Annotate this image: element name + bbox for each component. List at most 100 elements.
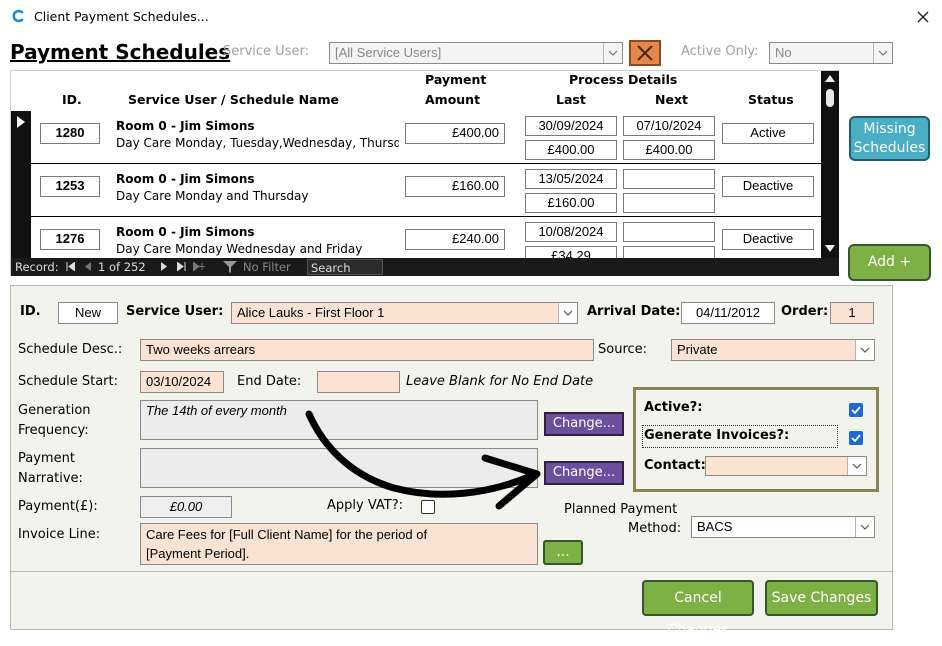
row-status[interactable]: Deactive <box>722 176 814 197</box>
active-checkbox[interactable] <box>849 403 863 417</box>
row-amount[interactable]: £160.00 <box>405 176 505 197</box>
generate-invoices-checkbox[interactable] <box>849 431 863 445</box>
save-changes-button[interactable]: Save Changes <box>765 580 878 616</box>
arrival-date-field[interactable]: 04/11/2012 <box>681 302 775 324</box>
end-date-field[interactable] <box>317 371 400 393</box>
planned-payment-select[interactable]: BACS <box>691 516 875 538</box>
generation-label-1: Generation <box>18 403 91 418</box>
table-row[interactable]: 1276 Room 0 - Jim Simons Day Care Monday… <box>31 217 821 258</box>
filter-status[interactable]: No Filter <box>243 260 291 274</box>
row-next-date[interactable] <box>623 169 715 189</box>
row-next-date[interactable] <box>623 222 715 242</box>
close-icon[interactable] <box>914 8 932 26</box>
row-next-amount[interactable] <box>623 246 715 258</box>
options-group: Active?: Generate Invoices?: Contact: <box>633 387 879 492</box>
clear-filter-button[interactable] <box>629 40 661 66</box>
generation-label-2: Frequency: <box>18 423 89 438</box>
row-last-amount[interactable]: £400.00 <box>525 140 617 160</box>
row-last-date[interactable]: 10/08/2024 <box>525 222 617 242</box>
payment-amount-field[interactable]: £0.00 <box>140 496 232 518</box>
add-schedule-button[interactable]: Add + <box>848 244 931 281</box>
row-amount[interactable]: £240.00 <box>405 229 505 250</box>
schedule-desc-label: Schedule Desc.: <box>18 342 123 357</box>
source-label: Source: <box>598 342 648 357</box>
source-select[interactable]: Private <box>671 339 875 361</box>
table-row[interactable]: 1253 Room 0 - Jim Simons Day Care Monday… <box>31 164 821 217</box>
schedule-desc-field[interactable]: Two weeks arrears <box>140 339 594 361</box>
id-label: ID. <box>20 304 41 319</box>
order-field[interactable]: 1 <box>830 302 874 324</box>
new-record-icon[interactable] <box>192 261 205 274</box>
end-date-label: End Date: <box>237 374 302 389</box>
order-label: Order: <box>781 304 829 319</box>
row-last-amount[interactable]: £34.29 <box>525 246 617 258</box>
grid-scrollbar[interactable] <box>821 71 839 258</box>
scroll-up-icon[interactable] <box>825 75 835 82</box>
missing-schedules-button[interactable]: Missing Schedules <box>849 116 930 161</box>
chevron-down-icon[interactable] <box>847 457 866 475</box>
app-logo-icon <box>11 9 25 23</box>
row-next-amount[interactable] <box>623 193 715 213</box>
row-desc: Day Care Monday, Tuesday,Wednesday, Thur… <box>116 136 399 150</box>
service-user-label: Service User: <box>126 304 224 319</box>
col-payment-top: Payment <box>425 72 487 87</box>
filter-icon[interactable] <box>223 260 237 277</box>
scroll-thumb[interactable] <box>826 89 834 107</box>
row-status[interactable]: Active <box>722 123 814 144</box>
scroll-down-icon[interactable] <box>825 245 835 252</box>
prev-record-icon[interactable] <box>85 262 91 274</box>
chevron-down-icon[interactable] <box>558 303 577 323</box>
service-user-filter-select[interactable]: [All Service Users] <box>329 42 623 64</box>
payment-label: Payment(£): <box>18 499 98 514</box>
chevron-down-icon[interactable] <box>855 340 874 360</box>
chevron-down-icon[interactable] <box>855 517 874 537</box>
row-last-date[interactable]: 13/05/2024 <box>525 169 617 189</box>
narrative-label-1: Payment <box>18 451 75 466</box>
contact-select[interactable] <box>705 456 867 476</box>
active-only-select[interactable]: No <box>769 42 893 64</box>
col-amount: Amount <box>425 92 481 107</box>
row-status[interactable]: Deactive <box>722 229 814 250</box>
schedule-start-field[interactable]: 03/10/2024 <box>140 371 224 393</box>
row-amount[interactable]: £400.00 <box>405 123 505 144</box>
row-name: Room 0 - Jim Simons <box>116 172 255 186</box>
row-id[interactable]: 1280 <box>40 123 100 144</box>
chevron-down-icon[interactable] <box>873 43 892 63</box>
record-label: Record: <box>15 260 59 274</box>
planned-payment-value: BACS <box>697 519 733 534</box>
page-title: Payment Schedules <box>10 40 231 64</box>
record-search-input[interactable]: Search <box>307 259 383 275</box>
row-selector-strip[interactable] <box>11 111 31 258</box>
col-process-top: Process Details <box>569 72 678 87</box>
change-narrative-button[interactable]: Change... <box>544 461 624 485</box>
row-last-date[interactable]: 30/09/2024 <box>525 116 617 136</box>
row-next-amount[interactable]: £400.00 <box>623 140 715 160</box>
row-last-amount[interactable]: £160.00 <box>525 193 617 213</box>
arrival-date-label: Arrival Date: <box>587 304 681 319</box>
row-id[interactable]: 1253 <box>40 176 100 197</box>
col-last: Last <box>556 92 586 107</box>
record-position[interactable]: 1 of 252 <box>98 260 146 274</box>
service-user-select[interactable]: Alice Lauks - First Floor 1 <box>231 302 578 324</box>
current-row-icon <box>17 116 25 131</box>
generation-frequency-value: The 14th of every month <box>146 403 287 418</box>
next-record-icon[interactable] <box>161 262 167 274</box>
change-generation-button[interactable]: Change... <box>544 412 624 436</box>
record-navigator: Record: 1 of 252 No Filter Search <box>11 258 839 276</box>
last-record-icon[interactable] <box>176 261 186 274</box>
invoice-line-text-2: [Payment Period]. <box>146 546 250 561</box>
record-search-placeholder: Search <box>311 261 351 275</box>
source-value: Private <box>677 342 718 357</box>
row-desc: Day Care Monday and Thursday <box>116 189 309 203</box>
table-row[interactable]: 1280 Room 0 - Jim Simons Day Care Monday… <box>31 111 821 164</box>
row-next-date[interactable]: 07/10/2024 <box>623 116 715 136</box>
first-record-icon[interactable] <box>66 261 76 274</box>
chevron-down-icon[interactable] <box>603 43 622 63</box>
row-id[interactable]: 1276 <box>40 229 100 250</box>
invoice-line-field[interactable]: Care Fees for [Full Client Name] for the… <box>140 523 538 565</box>
cancel-changes-button[interactable]: Cancel Changes <box>642 580 754 638</box>
id-field[interactable]: New <box>58 302 118 324</box>
invoice-line-options-button[interactable]: ... <box>543 540 583 565</box>
col-name: Service User / Schedule Name <box>128 92 339 107</box>
active-only-label: Active Only: <box>681 44 759 59</box>
